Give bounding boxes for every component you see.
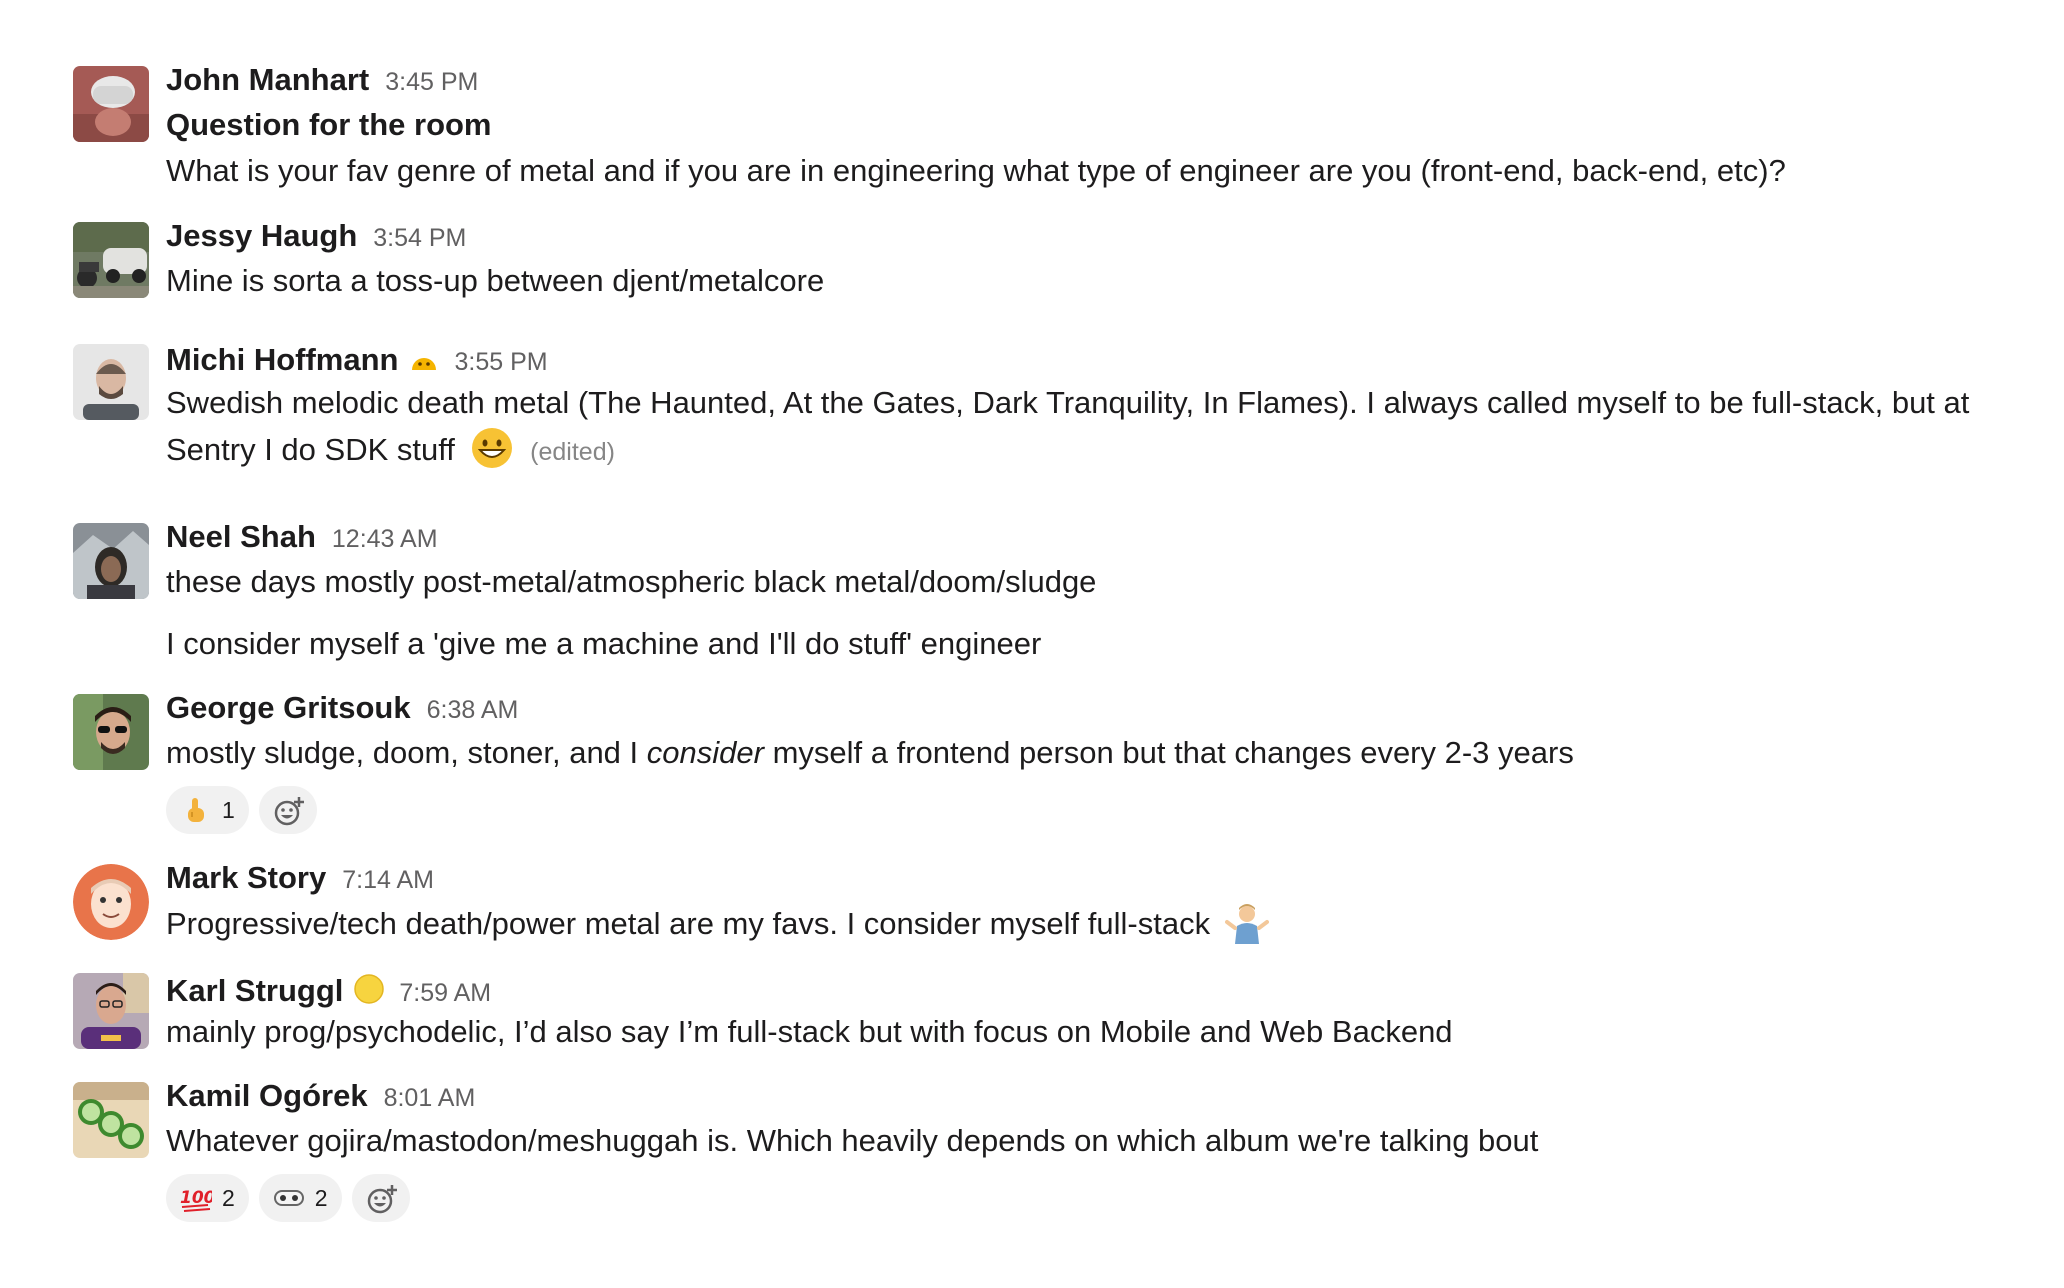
reactions-bar: 100 2 2 xyxy=(166,1174,2024,1222)
message-text-part: myself a frontend person but that change… xyxy=(763,735,1574,770)
add-reaction-button[interactable] xyxy=(351,1174,410,1222)
avatar[interactable] xyxy=(73,523,149,599)
edited-label: (edited) xyxy=(530,438,615,466)
timestamp[interactable]: 7:14 AM xyxy=(342,866,434,895)
yellow-circle-icon[interactable] xyxy=(353,973,385,1004)
timestamp[interactable]: 7:59 AM xyxy=(399,979,491,1008)
message-text: I consider myself a 'give me a machine a… xyxy=(166,626,1042,661)
message-text: Question for the room xyxy=(166,107,492,142)
reaction-count: 2 xyxy=(222,1184,235,1211)
sender-name[interactable]: Mark Story xyxy=(166,860,326,896)
add-emoji-icon xyxy=(273,795,304,826)
shrug-person-icon xyxy=(1224,900,1269,944)
message-text: these days mostly post-metal/atmospheric… xyxy=(166,564,1097,599)
hundred-points-icon: 100 xyxy=(180,1183,216,1213)
reaction-count: 2 xyxy=(314,1184,328,1211)
message-text-italic: consider xyxy=(646,735,764,770)
avatar[interactable] xyxy=(73,864,149,940)
message-text: Mine is sorta a toss-up between djent/me… xyxy=(166,263,825,298)
message-text: What is your fav genre of metal and if y… xyxy=(166,153,1786,188)
sender-name[interactable]: Kamil Ogórek xyxy=(166,1078,368,1114)
sender-name[interactable]: George Gritsouk xyxy=(166,690,411,726)
avatar[interactable] xyxy=(73,1082,149,1158)
avatar[interactable] xyxy=(73,66,149,142)
avatar[interactable] xyxy=(73,344,149,420)
face-emoji-icon[interactable] xyxy=(409,344,439,374)
message-text: Progressive/tech death/power metal are m… xyxy=(166,900,2024,947)
timestamp[interactable]: 12:43 AM xyxy=(332,525,438,554)
timestamp[interactable]: 3:55 PM xyxy=(455,348,548,377)
timestamp[interactable]: 6:38 AM xyxy=(427,696,519,725)
timestamp[interactable]: 3:45 PM xyxy=(385,68,478,97)
message-text-part: mostly sludge, doom, stoner, and I xyxy=(166,735,647,770)
message-text-body: Progressive/tech death/power metal are m… xyxy=(166,906,1211,941)
sender-name[interactable]: Neel Shah xyxy=(166,519,316,555)
grinning-face-icon xyxy=(470,426,514,470)
avatar[interactable] xyxy=(73,973,149,1049)
sender-name[interactable]: Karl Struggl xyxy=(166,973,343,1009)
sender-name[interactable]: Jessy Haugh xyxy=(166,218,357,254)
message-text: mostly sludge, doom, stoner, and I consi… xyxy=(166,730,2024,776)
timestamp[interactable]: 3:54 PM xyxy=(373,224,466,253)
message-text: Swedish melodic death metal (The Haunted… xyxy=(166,380,2006,475)
reaction-pill[interactable]: 100 2 xyxy=(166,1174,249,1222)
add-emoji-icon xyxy=(366,1183,397,1214)
message-text-body: Swedish melodic death metal (The Haunted… xyxy=(166,385,1970,467)
timestamp[interactable]: 8:01 AM xyxy=(384,1084,476,1113)
message-text: mainly prog/psychodelic, I’d also say I’… xyxy=(166,1014,1453,1049)
message-text: Whatever gojira/mastodon/meshuggah is. W… xyxy=(166,1123,1539,1158)
avatar[interactable] xyxy=(73,222,149,298)
sender-name[interactable]: Michi Hoffmann xyxy=(166,342,399,378)
sender-name[interactable]: John Manhart xyxy=(166,62,369,98)
avatar[interactable] xyxy=(73,694,149,770)
point-up-icon xyxy=(180,795,210,825)
reaction-count: 1 xyxy=(222,796,235,823)
add-reaction-button[interactable] xyxy=(258,786,317,834)
reactions-bar: 1 xyxy=(166,786,2024,834)
reaction-pill[interactable]: 1 xyxy=(166,786,249,834)
eyes-face-icon xyxy=(273,1183,304,1213)
reaction-pill[interactable]: 2 xyxy=(258,1174,342,1222)
